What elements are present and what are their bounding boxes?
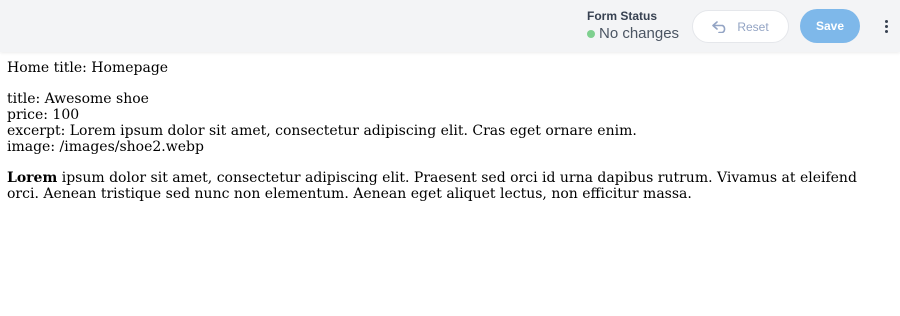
undo-icon bbox=[712, 20, 726, 33]
form-status: Form Status No changes bbox=[587, 9, 679, 43]
status-dot-icon bbox=[587, 30, 595, 38]
page-content: Home title: Homepage title: Awesome shoe… bbox=[7, 60, 887, 202]
home-title: Home title: Homepage bbox=[7, 60, 169, 76]
field-excerpt: excerpt: Lorem ipsum dolor sit amet, con… bbox=[7, 123, 637, 139]
field-image: image: /images/shoe2.webp bbox=[7, 139, 204, 155]
body-bold-word: Lorem bbox=[7, 170, 58, 186]
top-toolbar: Form Status No changes Reset Save bbox=[0, 0, 900, 52]
status-text: No changes bbox=[599, 25, 680, 42]
field-price: price: 100 bbox=[7, 107, 80, 123]
field-title: title: Awesome shoe bbox=[7, 91, 149, 107]
body-text: ipsum dolor sit amet, consectetur adipis… bbox=[7, 170, 857, 202]
field-list: title: Awesome shoe price: 100 excerpt: … bbox=[7, 91, 887, 155]
status-row: No changes bbox=[587, 25, 679, 43]
reset-button[interactable]: Reset bbox=[692, 10, 789, 43]
reset-label: Reset bbox=[737, 19, 769, 34]
dot-icon bbox=[884, 29, 888, 33]
dot-icon bbox=[884, 19, 888, 23]
save-button[interactable]: Save bbox=[800, 9, 860, 43]
more-options-icon[interactable] bbox=[879, 16, 893, 36]
dot-icon bbox=[884, 24, 888, 28]
form-status-label: Form Status bbox=[587, 9, 658, 23]
body-paragraph: Lorem ipsum dolor sit amet, consectetur … bbox=[7, 170, 887, 202]
